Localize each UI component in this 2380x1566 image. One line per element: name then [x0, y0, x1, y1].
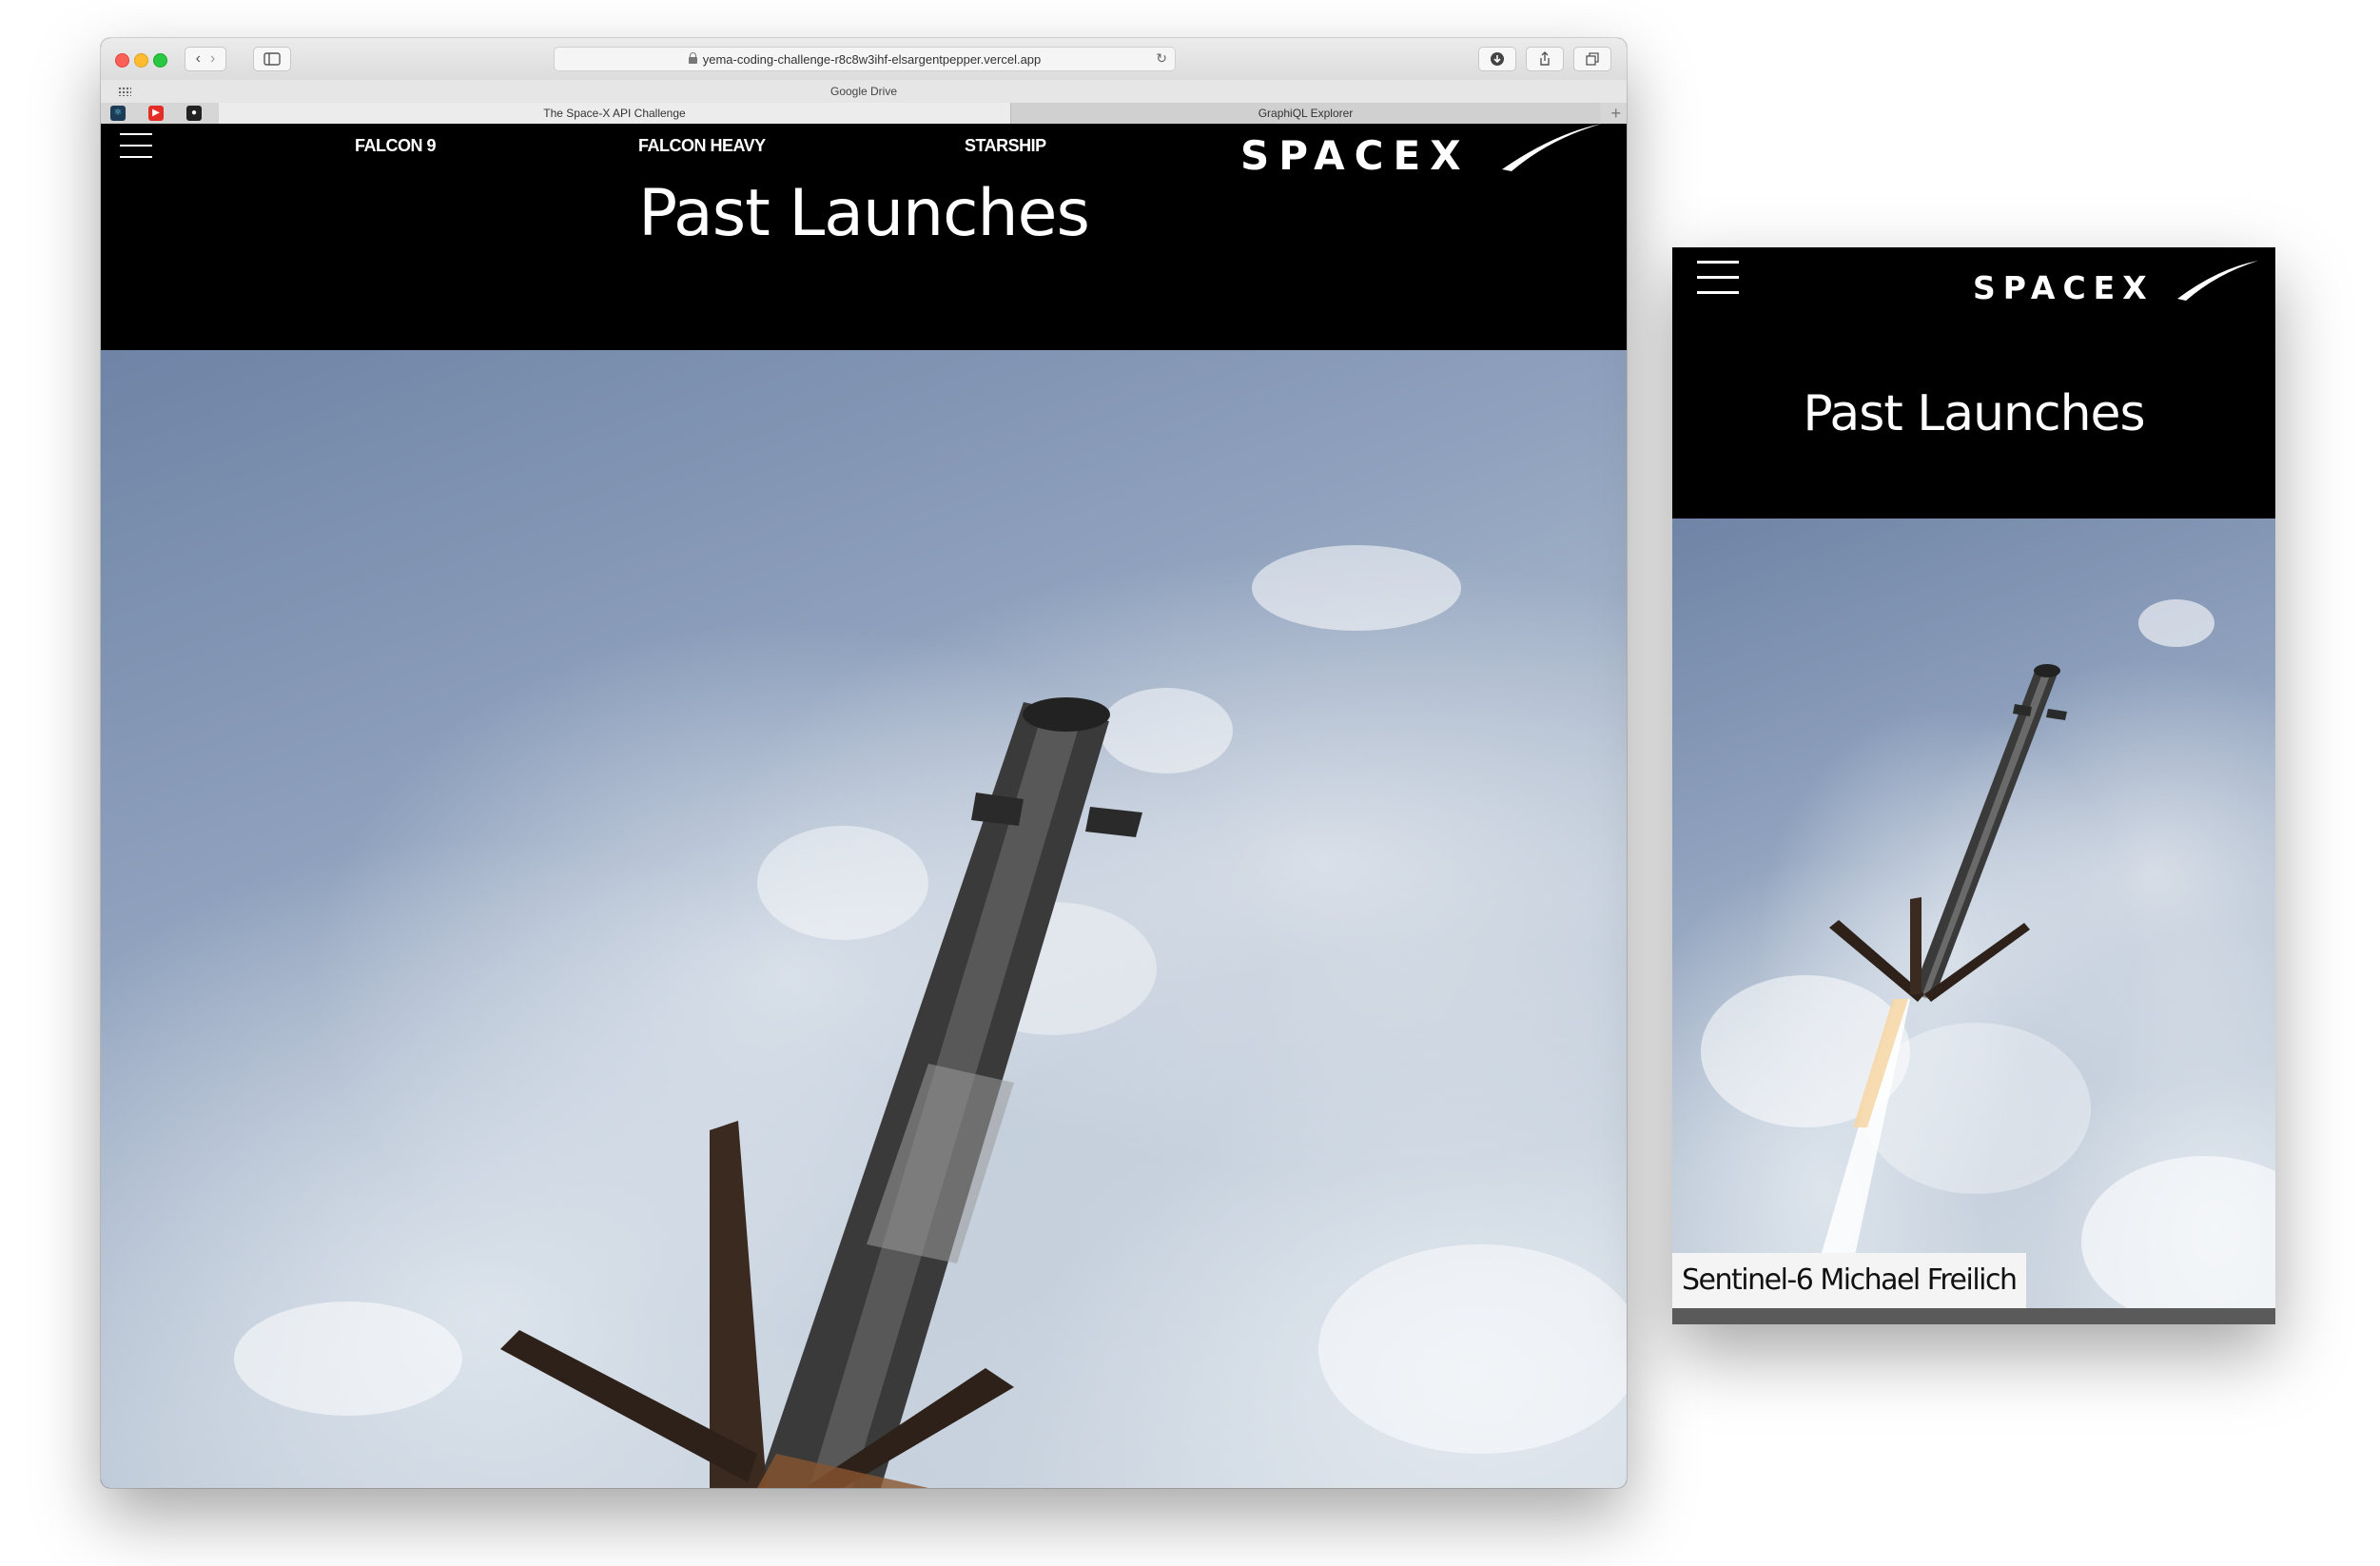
sidebar-button[interactable] — [253, 47, 291, 71]
favorites-item-google-drive[interactable]: Google Drive — [830, 85, 897, 98]
url-text: yema-coding-challenge-r8c8w3ihf-elsargen… — [702, 51, 1042, 67]
tabs-overview-button[interactable] — [1573, 47, 1611, 71]
forward-icon[interactable]: › — [210, 50, 215, 68]
zoom-window-button[interactable] — [153, 53, 167, 68]
mobile-spacex-logo[interactable]: SPACEX — [1973, 257, 2258, 308]
lock-icon — [688, 51, 697, 64]
spacex-logo-graphic: SPACEX — [1240, 124, 1602, 179]
mobile-page-title: Past Launches — [1803, 385, 2145, 442]
apps-grid-icon[interactable] — [118, 87, 131, 96]
react-favicon[interactable]: ⚛ — [110, 106, 126, 121]
tab-graphiql-explorer[interactable]: GraphiQL Explorer — [1010, 103, 1600, 124]
youtube-favicon[interactable]: ▶ — [148, 106, 164, 121]
spacex-logo[interactable]: SPACEX — [1240, 124, 1602, 179]
tab-space-x-api-challenge[interactable]: The Space-X API Challenge — [219, 103, 1010, 124]
mobile-preview: SPACEX Past Launches Sentinel-6 Michael … — [1672, 247, 2275, 1324]
launch-caption: Sentinel-6 Michael Freilich — [1672, 1253, 2026, 1308]
spacex-page: FALCON 9 FALCON HEAVY STARSHIP SPACEX Pa… — [101, 124, 1627, 1488]
tab-label: GraphiQL Explorer — [1258, 107, 1354, 120]
page-title: Past Launches — [638, 176, 1090, 251]
hero-launch-image — [101, 350, 1627, 1488]
github-favicon[interactable]: ● — [186, 106, 202, 121]
tab-label: The Space-X API Challenge — [543, 107, 686, 120]
logo-text: SPACEX — [1240, 132, 1471, 177]
nav-falcon-9[interactable]: FALCON 9 — [355, 136, 437, 156]
nav-falcon-heavy[interactable]: FALCON HEAVY — [638, 136, 766, 156]
browser-toolbar: ‹ › yema-coding-challenge-r8c8w3ihf-elsa… — [101, 38, 1627, 81]
sidebar-icon — [263, 52, 281, 66]
share-icon — [1540, 51, 1550, 66]
mobile-bottom-bar — [1672, 1308, 2275, 1324]
browser-window: ‹ › yema-coding-challenge-r8c8w3ihf-elsa… — [101, 38, 1627, 1488]
favorites-bar: Google Drive — [101, 80, 1627, 104]
new-tab-icon[interactable]: + — [1610, 103, 1621, 124]
falcon-booster-illustration — [234, 545, 1627, 1488]
reload-icon[interactable]: ↻ — [1156, 50, 1167, 67]
share-button[interactable] — [1526, 47, 1564, 71]
back-icon[interactable]: ‹ — [196, 50, 201, 68]
minimize-window-button[interactable] — [134, 53, 148, 68]
nav-starship[interactable]: STARSHIP — [965, 136, 1046, 156]
close-window-button[interactable] — [115, 53, 129, 68]
back-forward-group: ‹ › — [185, 47, 226, 71]
mobile-launch-image[interactable] — [1672, 519, 2275, 1308]
mobile-spacex-logo-graphic: SPACEX — [1973, 261, 2258, 306]
tabs-overview-icon — [1586, 52, 1599, 66]
mobile-logo-text: SPACEX — [1973, 269, 2155, 306]
menu-icon[interactable] — [120, 133, 152, 158]
mobile-menu-icon[interactable] — [1697, 261, 1739, 294]
tab-bar: ⚛ ▶ ● The Space-X API Challenge GraphiQL… — [101, 103, 1627, 125]
mobile-booster-illustration — [1701, 599, 2275, 1308]
address-bar[interactable]: yema-coding-challenge-r8c8w3ihf-elsargen… — [554, 47, 1176, 71]
download-icon — [1491, 52, 1504, 66]
download-button[interactable] — [1478, 47, 1516, 71]
